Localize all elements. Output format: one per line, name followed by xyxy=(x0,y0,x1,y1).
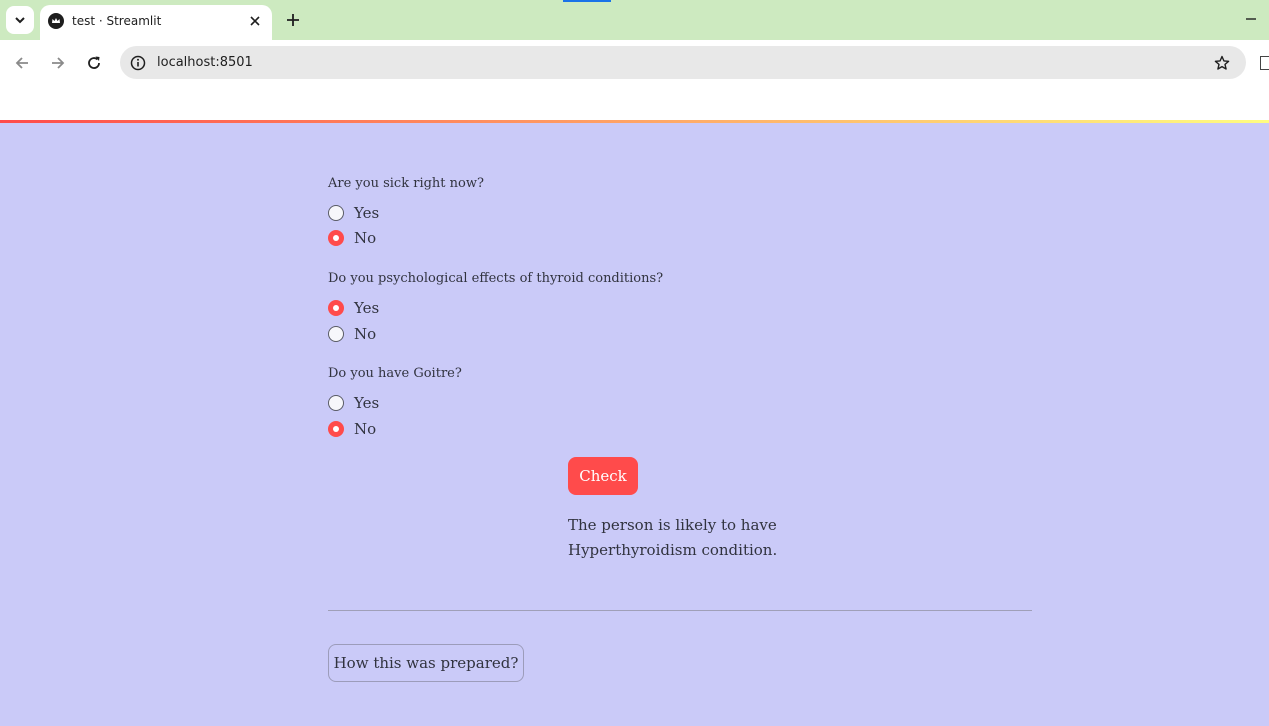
question-psychological-label: Do you psychological effects of thyroid … xyxy=(328,271,664,286)
question-psychological-option-yes[interactable]: Yes xyxy=(328,297,379,319)
browser-tab[interactable]: test · Streamlit xyxy=(40,5,272,40)
check-button[interactable]: Check xyxy=(568,457,638,495)
minimize-icon xyxy=(1246,18,1256,20)
reload-icon xyxy=(88,56,100,69)
radio-checked-icon xyxy=(328,421,344,437)
browser-tabstrip: test · Streamlit xyxy=(0,0,1269,40)
reload-button[interactable] xyxy=(83,52,105,74)
question-sick-option-no[interactable]: No xyxy=(328,227,376,249)
radio-unchecked-icon xyxy=(328,205,344,221)
question-psychological-option-no[interactable]: No xyxy=(328,323,376,345)
info-icon[interactable] xyxy=(129,54,146,71)
divider xyxy=(328,610,1032,611)
app-header xyxy=(0,85,1269,121)
arrow-left-icon xyxy=(15,57,28,69)
prediction-result-text: The person is likely to have Hyperthyroi… xyxy=(568,516,778,559)
option-label: No xyxy=(354,325,377,343)
app-main: Are you sick right now? Yes No Do you ps… xyxy=(0,123,1269,726)
side-panel-icon[interactable] xyxy=(1260,56,1269,70)
forward-button[interactable] xyxy=(47,52,69,74)
option-label: Yes xyxy=(354,299,380,317)
radio-unchecked-icon xyxy=(328,326,344,342)
arrow-right-icon xyxy=(52,57,65,69)
question-goitre-label: Do you have Goitre? xyxy=(328,366,462,381)
question-sick-option-yes[interactable]: Yes xyxy=(328,202,379,224)
option-label: No xyxy=(354,420,377,438)
how-prepared-button[interactable]: How this was prepared? xyxy=(328,644,524,682)
window-minimize-button[interactable] xyxy=(1242,10,1260,28)
chevron-down-icon xyxy=(15,17,25,24)
question-goitre-option-yes[interactable]: Yes xyxy=(328,392,379,414)
bookmark-star-button[interactable] xyxy=(1212,53,1232,73)
option-label: No xyxy=(354,229,377,247)
question-sick-label: Are you sick right now? xyxy=(328,176,484,191)
back-button[interactable] xyxy=(11,52,33,74)
url-text[interactable]: localhost:8501 xyxy=(157,55,253,70)
tab-title: test · Streamlit xyxy=(72,14,162,28)
browser-toolbar: localhost:8501 xyxy=(0,40,1269,85)
address-bar[interactable]: localhost:8501 xyxy=(120,46,1246,79)
streamlit-crown-icon xyxy=(48,13,64,29)
option-label: Yes xyxy=(354,204,380,222)
tabstrip-indicator xyxy=(563,0,611,2)
option-label: Yes xyxy=(354,394,380,412)
radio-checked-icon xyxy=(328,300,344,316)
close-icon xyxy=(250,16,260,26)
tab-search-button[interactable] xyxy=(6,6,34,34)
question-goitre-option-no[interactable]: No xyxy=(328,418,376,440)
plus-icon xyxy=(287,14,299,26)
new-tab-button[interactable] xyxy=(282,9,304,31)
radio-checked-icon xyxy=(328,230,344,246)
star-icon xyxy=(1214,55,1230,70)
radio-unchecked-icon xyxy=(328,395,344,411)
tab-close-button[interactable] xyxy=(246,12,264,30)
